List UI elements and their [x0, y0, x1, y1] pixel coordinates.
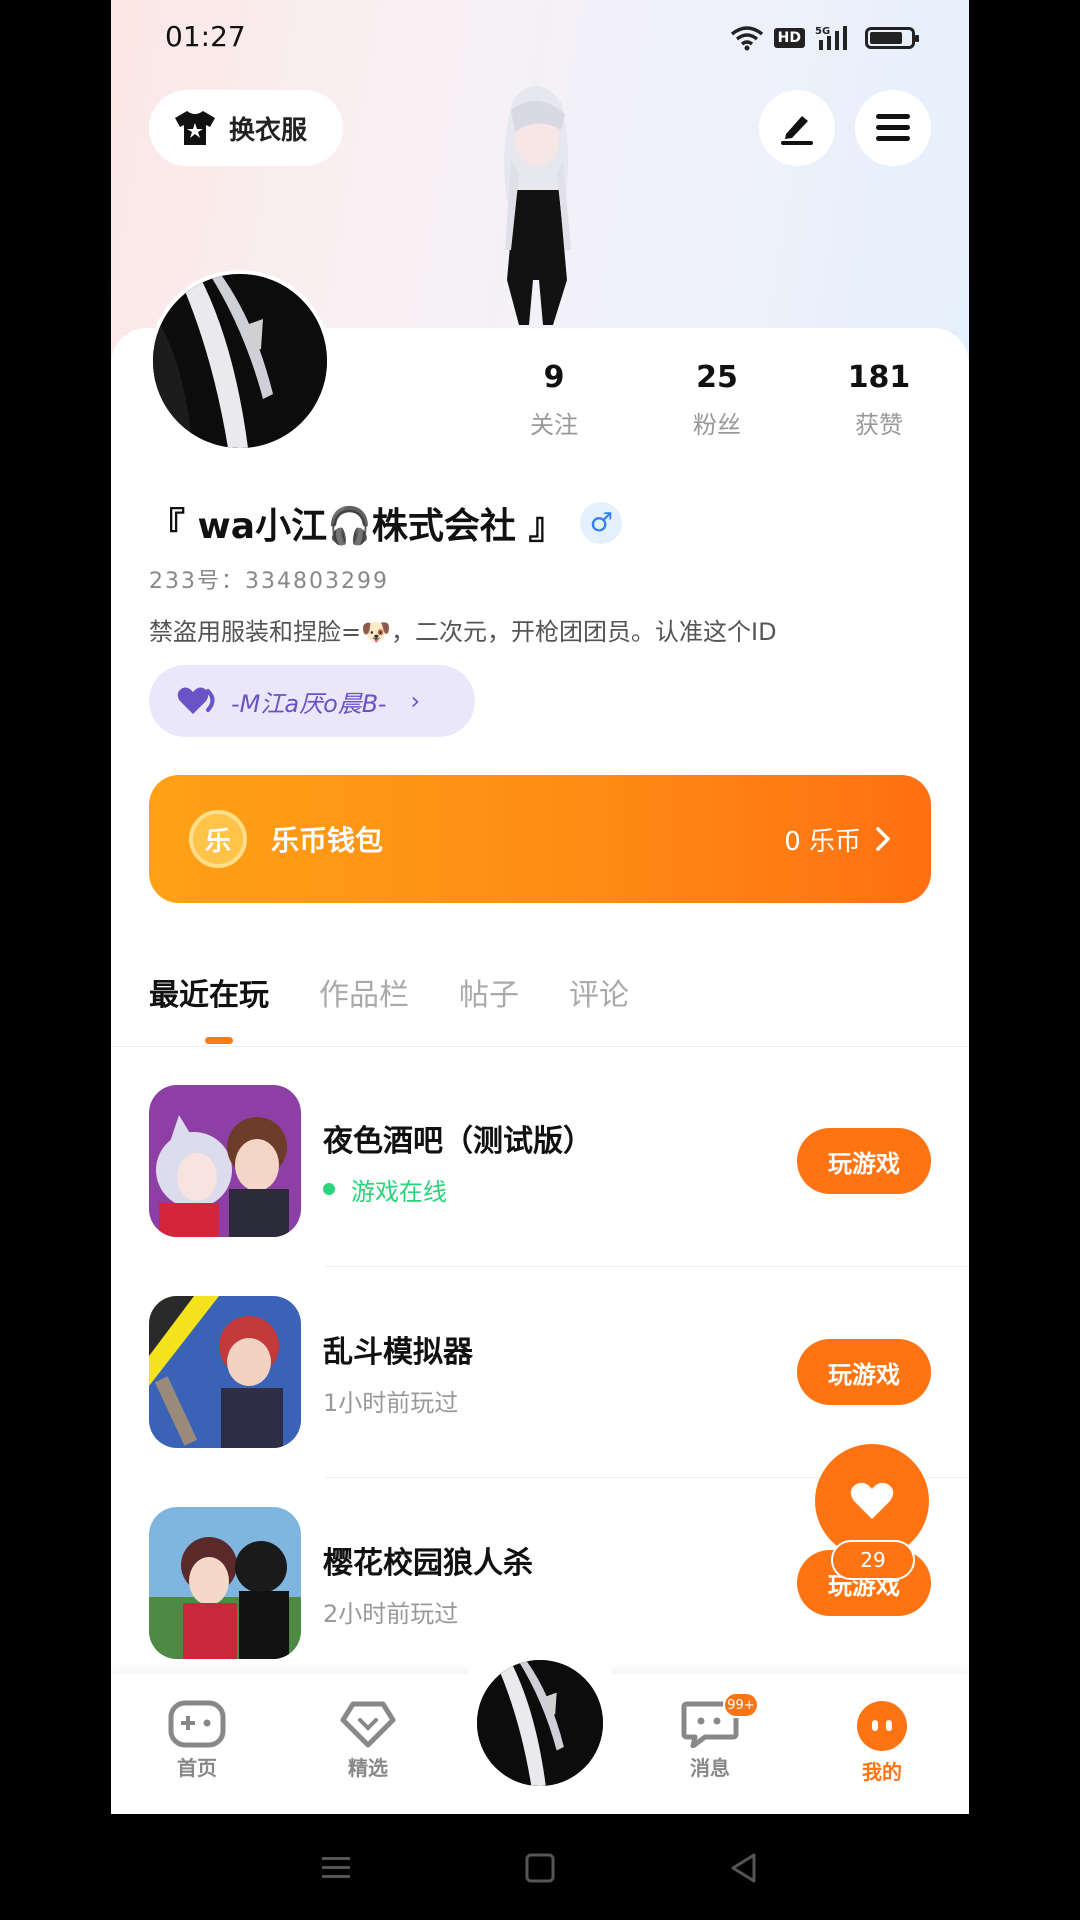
tabs-divider	[111, 1046, 969, 1047]
menu-icon	[876, 114, 910, 141]
game-row[interactable]: 樱花校园狼人杀 2小时前玩过 玩游戏	[149, 1507, 931, 1659]
wallet-banner[interactable]: 乐 乐币钱包 0 乐币	[149, 775, 931, 903]
like-count: 29	[831, 1540, 915, 1580]
guild-name: -M江a厌o晨B-	[231, 689, 387, 718]
message-badge: 99+	[723, 1692, 759, 1718]
online-status-dot	[323, 1183, 335, 1195]
status-time: 01:27	[165, 20, 246, 53]
status-icons: HD 5G	[730, 24, 919, 52]
followers-label: 粉丝	[693, 411, 741, 439]
game-title: 樱花校园狼人杀	[323, 1545, 533, 1581]
row-divider	[325, 1266, 969, 1267]
user-id: 233号：334803299	[149, 569, 389, 594]
change-outfit-label: 换衣服	[229, 115, 308, 146]
nav-me-label: 我的	[862, 1760, 902, 1784]
profile-avatar[interactable]	[149, 270, 331, 452]
tab-comments[interactable]: 评论	[569, 970, 629, 1014]
profile-face-icon	[857, 1701, 907, 1751]
nav-home-label: 首页	[177, 1756, 217, 1780]
status-bar: 01:27 HD 5G	[111, 0, 969, 76]
recent-apps-icon[interactable]	[320, 1852, 352, 1884]
chevron-right-icon	[876, 827, 890, 851]
gamepad-icon	[168, 1700, 226, 1748]
avatar-character-figure	[504, 85, 571, 325]
back-icon[interactable]	[728, 1852, 760, 1884]
game-info: 樱花校园狼人杀 2小时前玩过	[323, 1538, 797, 1629]
coin-icon: 乐	[189, 810, 247, 868]
username-row: 『 wa小江🎧株式会社 』 ♂	[149, 497, 623, 549]
app-screen: 01:27 HD 5G 换衣服 9 关注 25 粉丝 181 获赞 『 wa小江…	[111, 0, 969, 1814]
active-tab-indicator	[205, 1037, 233, 1044]
game-title: 乱斗模拟器	[323, 1334, 473, 1370]
avatar-image	[153, 274, 327, 448]
edit-icon	[781, 116, 813, 145]
tshirt-icon	[175, 111, 215, 145]
hd-badge: HD	[773, 28, 805, 48]
svg-text:5G: 5G	[815, 26, 830, 37]
battery-icon	[865, 27, 919, 49]
game-status: 游戏在线	[323, 1172, 797, 1207]
game-info: 乱斗模拟器 1小时前玩过	[323, 1327, 797, 1418]
menu-button[interactable]	[855, 90, 931, 166]
play-game-button[interactable]: 玩游戏	[797, 1339, 931, 1405]
user-bio: 禁盗用服装和捏脸=🐶，二次元，开枪团团员。认准这个ID	[149, 618, 777, 646]
following-stat[interactable]: 9 关注	[494, 360, 614, 440]
nav-messages-label: 消息	[690, 1756, 730, 1780]
tab-works[interactable]: 作品栏	[319, 970, 409, 1014]
tab-posts[interactable]: 帖子	[459, 970, 519, 1014]
wallet-balance: 0 乐币	[784, 826, 861, 857]
tab-recently-played[interactable]: 最近在玩	[149, 970, 269, 1014]
gender-male-icon: ♂	[580, 502, 623, 544]
username: 『 wa小江🎧株式会社 』	[149, 506, 565, 547]
game-status-text: 1小时前玩过	[323, 1388, 459, 1417]
diamond-heart-icon	[340, 1701, 396, 1748]
nav-home[interactable]: 首页	[137, 1700, 257, 1781]
game-status-text: 游戏在线	[351, 1177, 447, 1206]
nav-featured-label: 精选	[348, 1756, 388, 1780]
nav-center-avatar[interactable]	[473, 1656, 607, 1790]
game-thumbnail	[149, 1296, 301, 1448]
guild-badge-button[interactable]: -M江a厌o晨B- ›	[149, 665, 475, 737]
game-status: 1小时前玩过	[323, 1383, 797, 1418]
wallet-balance-group: 0 乐币	[784, 821, 891, 858]
profile-tabs: 最近在玩 作品栏 帖子 评论	[149, 970, 629, 1014]
followers-count: 25	[696, 360, 738, 395]
nav-me[interactable]: 我的	[822, 1700, 942, 1785]
chevron-right-icon: ›	[410, 687, 421, 715]
play-game-button[interactable]: 玩游戏	[797, 1128, 931, 1194]
wallet-label: 乐币钱包	[271, 824, 384, 857]
game-title: 夜色酒吧（测试版）	[323, 1123, 593, 1159]
signal-icon: 5G	[815, 26, 847, 50]
home-icon[interactable]	[524, 1852, 556, 1884]
likes-count: 181	[847, 360, 911, 395]
following-count: 9	[543, 360, 565, 395]
wifi-icon	[730, 26, 763, 51]
game-thumbnail	[149, 1085, 301, 1237]
avatar-image	[477, 1660, 603, 1786]
heart-icon	[850, 1482, 894, 1519]
game-row[interactable]: 夜色酒吧（测试版） 游戏在线 玩游戏	[149, 1085, 931, 1237]
nav-featured[interactable]: 精选	[308, 1700, 428, 1781]
change-outfit-button[interactable]: 换衣服	[149, 90, 343, 166]
followers-stat[interactable]: 25 粉丝	[657, 360, 777, 440]
game-status-text: 2小时前玩过	[323, 1599, 459, 1628]
game-info: 夜色酒吧（测试版） 游戏在线	[323, 1116, 797, 1207]
game-row[interactable]: 乱斗模拟器 1小时前玩过 玩游戏	[149, 1296, 931, 1448]
likes-stat[interactable]: 181 获赞	[819, 360, 939, 440]
following-label: 关注	[530, 411, 578, 439]
edit-profile-button[interactable]	[759, 90, 835, 166]
likes-label: 获赞	[855, 411, 903, 439]
game-status: 2小时前玩过	[323, 1594, 797, 1629]
heart-badge-icon	[177, 687, 215, 714]
game-thumbnail	[149, 1507, 301, 1659]
